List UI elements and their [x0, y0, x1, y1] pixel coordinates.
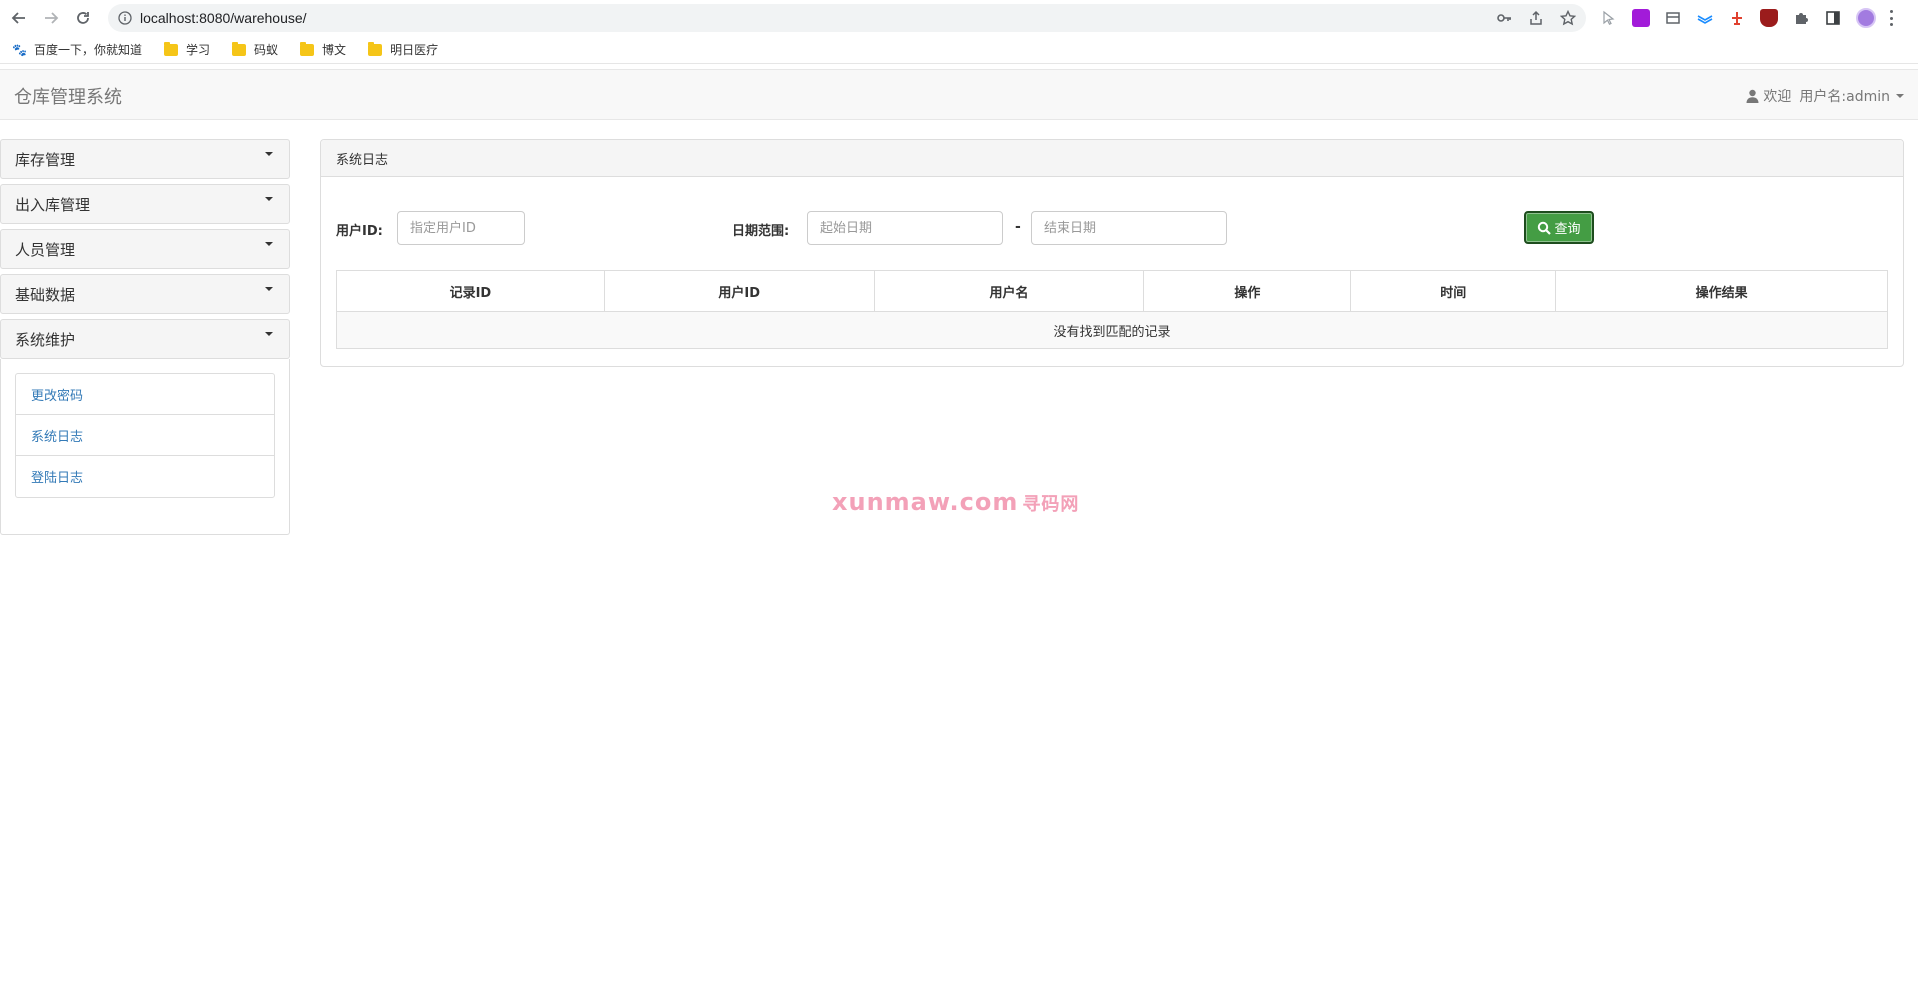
sidebar-menu-label: 库存管理: [15, 150, 76, 169]
sidebar-menu-system-maintenance[interactable]: 系统维护: [0, 319, 290, 359]
address-bar[interactable]: localhost:8080/warehouse/: [108, 4, 1586, 32]
submenu-change-password[interactable]: 更改密码: [16, 374, 274, 415]
welcome-text: 欢迎: [1763, 89, 1792, 105]
caret-down-icon: [265, 152, 273, 156]
extensions-area: [1600, 8, 1894, 28]
submenu-list: 更改密码 系统日志 登陆日志: [15, 373, 275, 498]
table-header-row: 记录ID 用户ID 用户名 操作 时间 操作结果: [336, 270, 1888, 312]
sidebar-menu-stock-in-out[interactable]: 出入库管理: [0, 184, 290, 224]
search-button[interactable]: 查询: [1524, 211, 1594, 244]
store-extension-icon[interactable]: [1664, 9, 1682, 27]
column-header-time[interactable]: 时间: [1350, 270, 1557, 312]
watermark-text: xunmaw.com: [832, 488, 1019, 516]
folder-icon: [232, 41, 247, 56]
bookmark-label: 百度一下，你就知道: [34, 43, 143, 57]
date-separator: -: [1015, 219, 1021, 235]
app-brand[interactable]: 仓库管理系统: [14, 83, 122, 109]
reload-button[interactable]: [70, 5, 96, 31]
back-button[interactable]: [6, 5, 32, 31]
puzzle-extension-icon[interactable]: [1792, 9, 1810, 27]
bookmark-folder-mingri[interactable]: 明日医疗: [368, 41, 438, 58]
caret-down-icon: [1896, 94, 1904, 98]
sidebar-menu-label: 出入库管理: [15, 195, 91, 214]
star-icon[interactable]: [1560, 10, 1576, 26]
date-range-label: 日期范围:: [732, 224, 790, 239]
panel-title: 系统日志: [321, 140, 1903, 177]
search-icon: [1538, 221, 1552, 235]
caret-down-icon: [265, 287, 273, 291]
username-text: 用户名:admin: [1799, 89, 1890, 105]
column-header-record-id[interactable]: 记录ID: [336, 270, 605, 312]
user-id-input[interactable]: [397, 211, 525, 245]
red-extension-icon[interactable]: [1728, 9, 1746, 27]
sidebar-menu-personnel[interactable]: 人员管理: [0, 229, 290, 269]
table-row: 没有找到匹配的记录: [336, 311, 1888, 349]
watermark-text-cn: 寻码网: [1022, 494, 1080, 515]
browser-toolbar: localhost:8080/warehouse/: [0, 0, 1918, 36]
user-dropdown[interactable]: 欢迎 用户名:admin: [1746, 86, 1904, 106]
browser-menu-icon[interactable]: [1890, 10, 1894, 26]
system-log-panel: 系统日志 用户ID: 日期范围: - 查询 记录ID 用户ID 用户名 操作 时…: [320, 139, 1904, 367]
jetbrains-extension-icon[interactable]: [1632, 9, 1650, 27]
sidebar: 库存管理 出入库管理 人员管理 基础数据 系统维护 更改密码 系统日志 登陆日志: [0, 139, 290, 535]
column-header-operation[interactable]: 操作: [1143, 270, 1352, 312]
watermark: xunmaw.com 寻码网: [832, 488, 1079, 516]
user-icon: [1746, 89, 1759, 103]
ublock-extension-icon[interactable]: [1760, 9, 1778, 27]
column-header-user-id[interactable]: 用户ID: [603, 270, 875, 312]
sidebar-menu-basic-data[interactable]: 基础数据: [0, 274, 290, 314]
end-date-input[interactable]: [1031, 211, 1227, 245]
system-maintenance-submenu: 更改密码 系统日志 登陆日志: [0, 359, 290, 535]
folder-icon: [164, 41, 179, 56]
url-text[interactable]: localhost:8080/warehouse/: [140, 10, 307, 26]
user-id-label: 用户ID:: [336, 224, 383, 239]
caret-down-icon: [265, 242, 273, 246]
caret-down-icon: [265, 197, 273, 201]
bookmark-label: 明日医疗: [390, 43, 439, 57]
key-icon[interactable]: [1496, 10, 1512, 26]
empty-table-message: 没有找到匹配的记录: [336, 311, 1888, 349]
system-log-table: 记录ID 用户ID 用户名 操作 时间 操作结果 没有找到匹配的记录: [336, 270, 1888, 349]
sidebar-menu-inventory[interactable]: 库存管理: [0, 139, 290, 179]
bookmarks-bar: 🐾 百度一下，你就知道 学习 码蚁 博文 明日医疗: [0, 36, 1918, 64]
profile-avatar[interactable]: [1856, 8, 1876, 28]
caret-down-icon: [265, 332, 273, 336]
info-icon[interactable]: [118, 11, 132, 25]
folder-icon: [368, 41, 383, 56]
submenu-system-log[interactable]: 系统日志: [16, 415, 274, 456]
baidu-paw-icon: 🐾: [12, 42, 27, 57]
bookmark-folder-mayi[interactable]: 码蚁: [232, 41, 278, 58]
layers-extension-icon[interactable]: [1696, 9, 1714, 27]
bookmark-folder-bowen[interactable]: 博文: [300, 41, 346, 58]
bookmark-label: 学习: [186, 43, 211, 57]
app-navbar: 仓库管理系统 欢迎 用户名:admin: [0, 69, 1918, 120]
column-header-result[interactable]: 操作结果: [1555, 270, 1888, 312]
column-header-username[interactable]: 用户名: [873, 270, 1145, 312]
bookmark-folder-study[interactable]: 学习: [164, 41, 210, 58]
search-button-label: 查询: [1554, 222, 1581, 237]
side-panel-icon[interactable]: [1824, 9, 1842, 27]
sidebar-menu-label: 系统维护: [15, 330, 76, 349]
bookmark-label: 码蚁: [254, 43, 279, 57]
cursor-extension-icon[interactable]: [1600, 9, 1618, 27]
sidebar-menu-label: 基础数据: [15, 285, 76, 304]
forward-button[interactable]: [38, 5, 64, 31]
arrow-right-icon: [45, 12, 59, 24]
sidebar-menu-label: 人员管理: [15, 240, 76, 259]
share-icon[interactable]: [1528, 10, 1544, 26]
folder-icon: [300, 41, 315, 56]
reload-icon: [77, 12, 89, 24]
start-date-input[interactable]: [807, 211, 1003, 245]
bookmark-baidu[interactable]: 🐾 百度一下，你就知道: [12, 41, 142, 58]
submenu-login-log[interactable]: 登陆日志: [16, 456, 274, 497]
bookmark-label: 博文: [322, 43, 347, 57]
arrow-left-icon: [11, 12, 25, 24]
